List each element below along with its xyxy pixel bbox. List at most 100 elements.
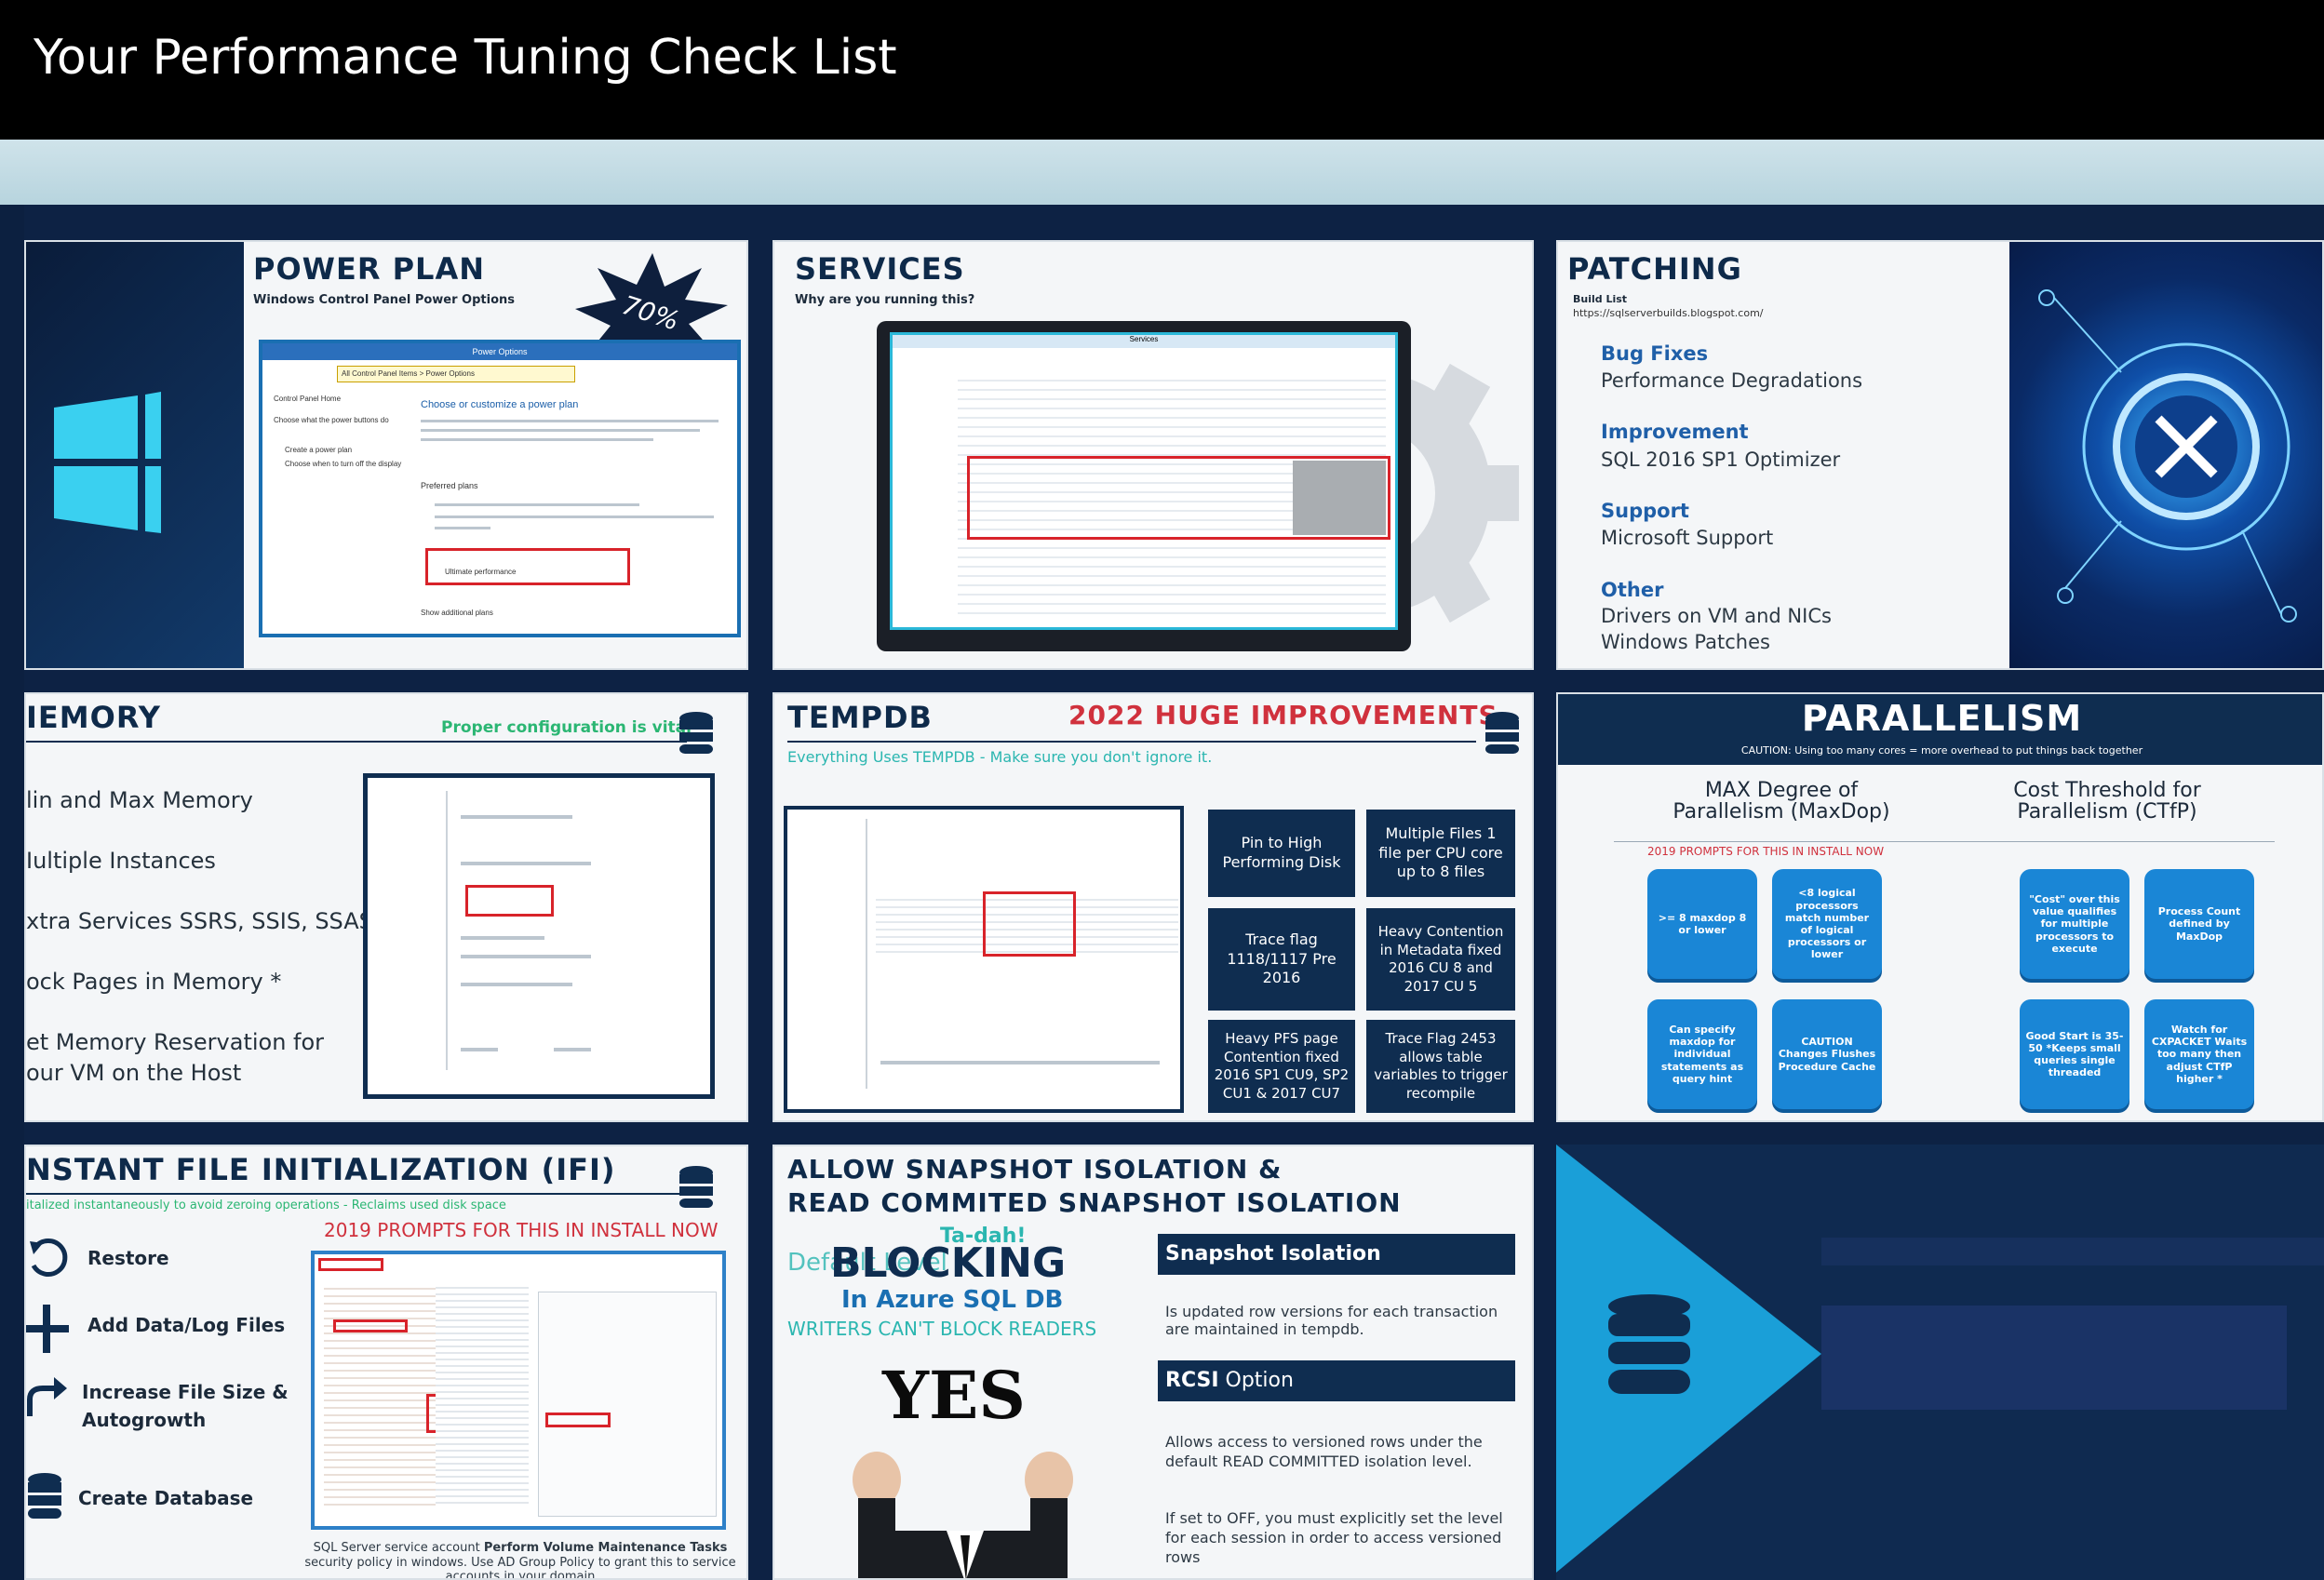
tempdb-headline: 2022 HUGE IMPROVEMENTS <box>1068 700 1498 730</box>
tools-icon <box>2038 289 2297 623</box>
patching-title: PATCHING <box>1567 251 1742 287</box>
video-title-bar: Your Performance Tuning Check List <box>0 0 2324 140</box>
plus-icon <box>26 1305 69 1353</box>
database-icon <box>28 1473 61 1519</box>
maxdop-bubble-1: >= 8 maxdop 8 or lower <box>1647 869 1757 979</box>
power-plan-title: POWER PLAN <box>253 251 485 287</box>
card-services: SERVICES Why are you running this? Servi… <box>772 240 1534 670</box>
other-heading: Other <box>1601 579 1664 601</box>
server-properties-window <box>363 773 715 1099</box>
tempdb-tagline: Everything Uses TEMPDB - Make sure you d… <box>787 748 1213 766</box>
ifi-item-autogrowth: Autogrowth <box>82 1409 207 1431</box>
policy-menu-highlight <box>318 1258 383 1271</box>
ifi-divider <box>26 1193 687 1195</box>
ifi-item-create-db: Create Database <box>78 1487 254 1509</box>
services-window-titlebar: Services <box>893 335 1395 348</box>
sidebar-item-display[interactable]: Choose when to turn off the display <box>285 460 406 468</box>
card-ifi: NSTANT FILE INITIALIZATION (IFI) italize… <box>24 1145 748 1580</box>
database-properties-window <box>784 806 1184 1113</box>
local-security-policy-window <box>311 1251 726 1530</box>
ctfp-bubble-4: Watch for CXPACKET Waits too many then a… <box>2144 999 2254 1109</box>
database-icon <box>679 712 713 754</box>
text-line <box>461 1048 498 1051</box>
address-bar[interactable]: All Control Panel Items > Power Options <box>337 366 575 382</box>
text-line <box>435 527 490 529</box>
rcsi-heading-bar: RCSI Option <box>1158 1360 1515 1401</box>
power-options-window: Power Options All Control Panel Items > … <box>259 340 741 637</box>
bug-fixes-heading: Bug Fixes <box>1601 342 1709 365</box>
card-parallelism: PARALLELISM CAUTION: Using too many core… <box>1556 692 2324 1122</box>
services-window: Services <box>890 332 1398 630</box>
restore-icon <box>30 1239 68 1277</box>
ifi-footer: SQL Server service account Perform Volum… <box>302 1541 739 1580</box>
text-line <box>461 862 591 865</box>
maxdop-bubble-2: <8 logical processors match number of lo… <box>1772 869 1882 979</box>
database-icon <box>679 1166 713 1208</box>
memory-setting-highlight <box>465 885 554 917</box>
text-line <box>461 955 591 958</box>
services-title: SERVICES <box>795 251 965 287</box>
blurred-panel <box>1293 461 1386 535</box>
memory-item-6: our VM on the Host <box>26 1060 242 1086</box>
tempdb-tile-1: Pin to High Performing Disk <box>1208 810 1355 897</box>
memory-item-5: et Memory Reservation for <box>26 1029 325 1055</box>
parallelism-title: PARALLELISM <box>1801 698 2083 739</box>
circuit-image <box>2009 242 2322 668</box>
slide-top-band <box>0 140 2324 205</box>
policy-list <box>436 1282 529 1506</box>
power-options-titlebar: Power Options <box>262 343 737 360</box>
build-list-link[interactable]: https://sqlserverbuilds.blogspot.com/ <box>1573 307 1764 319</box>
monitor: Services <box>877 321 1411 651</box>
ifi-item-restore: Restore <box>87 1247 169 1269</box>
support-text: Microsoft Support <box>1601 527 1774 549</box>
rcsi-text-1: Allows access to versioned rows under th… <box>1165 1433 1483 1470</box>
text-line <box>421 438 653 441</box>
text-line <box>435 516 714 518</box>
card-power-plan: POWER PLAN Windows Control Panel Power O… <box>24 240 748 670</box>
other-text-2: Windows Patches <box>1601 631 1770 653</box>
ctfp-bubble-3: Good Start is 35-50 *Keeps small queries… <box>2020 999 2129 1109</box>
text-line <box>435 503 639 506</box>
ultimate-performance-highlight[interactable]: Ultimate performance <box>425 548 630 585</box>
memory-item-1: lin and Max Memory <box>26 787 253 813</box>
card-database-placeholder <box>1556 1145 2324 1580</box>
tempdb-divider <box>787 741 1476 743</box>
text-line <box>554 1048 591 1051</box>
ifi-tagline: italized instantaneously to avoid zeroin… <box>26 1198 506 1212</box>
ctfp-bubble-1: "Cost" over this value qualifies for mul… <box>2020 869 2129 979</box>
parallelism-header: PARALLELISM CAUTION: Using too many core… <box>1558 694 2322 765</box>
memory-divider <box>26 741 687 743</box>
dbprop-sidebar <box>791 819 867 1089</box>
maxdop-bubble-3: Can specify maxdop for individual statem… <box>1647 999 1757 1109</box>
sidebar-item-power-buttons[interactable]: Choose what the power buttons do <box>274 416 404 424</box>
dialog-heading: Choose or customize a power plan <box>421 399 579 410</box>
blocking-text: BLOCKING <box>830 1239 1067 1287</box>
rcsi-text-2: If set to OFF, you must explicitly set t… <box>1165 1509 1503 1566</box>
tempdb-tile-3: Trace flag 1118/1117 Pre 2016 <box>1208 908 1355 1011</box>
windows-logo-icon <box>54 392 161 533</box>
azure-text: In Azure SQL DB <box>841 1286 1064 1314</box>
sidebar-item-home[interactable]: Control Panel Home <box>274 395 341 403</box>
ifi-footer-post: security policy in windows. Use AD Group… <box>304 1555 736 1580</box>
ifi-footer-bold: Perform Volume Maintenance Tasks <box>483 1541 728 1555</box>
support-heading: Support <box>1601 500 1689 522</box>
policy-tree-highlight <box>333 1319 408 1332</box>
sidebar-item-create-plan[interactable]: Create a power plan <box>285 446 352 454</box>
rcsi-rest: Option <box>1218 1369 1294 1392</box>
database-icon <box>1608 1294 1690 1394</box>
businessman-image <box>853 1452 1073 1578</box>
memory-title: IEMORY <box>26 700 161 735</box>
text-line <box>461 983 572 986</box>
show-additional-plans[interactable]: Show additional plans <box>421 609 493 617</box>
ifi-prompt: 2019 PROMPTS FOR THIS IN INSTALL NOW <box>324 1219 719 1241</box>
ifi-item-add-files: Add Data/Log Files <box>87 1314 286 1336</box>
ifi-footer-pre: SQL Server service account <box>313 1541 484 1555</box>
snapshot-title-1: ALLOW SNAPSHOT ISOLATION & <box>787 1154 1283 1185</box>
snapshot-text: Is updated row versions for each transac… <box>1165 1303 1498 1339</box>
ifi-title: NSTANT FILE INITIALIZATION (IFI) <box>26 1152 616 1187</box>
text-line <box>461 936 544 940</box>
ctfp-heading: Cost Threshold for Parallelism (CTfP) <box>2013 779 2201 824</box>
ultimate-performance-option[interactable]: Ultimate performance <box>445 568 516 576</box>
card-patching: PATCHING Build List https://sqlserverbui… <box>1556 240 2324 670</box>
policy-dialog <box>538 1292 717 1517</box>
